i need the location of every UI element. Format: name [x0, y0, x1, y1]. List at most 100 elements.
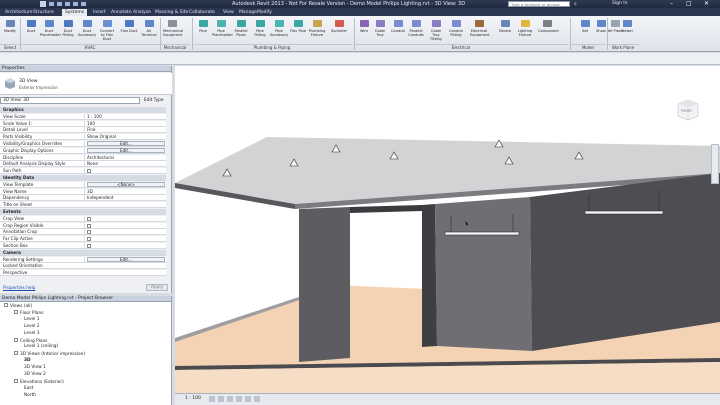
quick-access-toolbar[interactable]: [40, 1, 100, 7]
browser-item[interactable]: Level 2: [24, 324, 39, 330]
duct-placeholder-button[interactable]: Duct Placeholder: [40, 17, 61, 43]
group-mechanical[interactable]: Mechanical: [160, 44, 190, 51]
duct-fitting-button[interactable]: Duct Fitting: [59, 17, 77, 43]
mechanical-equipment-button[interactable]: Mechanical Equipment: [163, 17, 183, 43]
browser-item[interactable]: Level 1 (ceiling): [24, 344, 58, 350]
wire-icon: [359, 20, 369, 27]
property-edit-button[interactable]: <None>: [84, 181, 166, 187]
sign-in-link[interactable]: Sign In: [612, 1, 627, 6]
tab-systems[interactable]: Systems: [62, 9, 88, 16]
instance-selector[interactable]: 3D View: 3D: [0, 97, 140, 104]
property-value[interactable]: Fine: [84, 127, 166, 134]
pipe-accessory-button[interactable]: Pipe Accessory: [270, 17, 288, 43]
property-value[interactable]: 100: [84, 120, 166, 127]
conduit-fitting-button[interactable]: Conduit Fitting: [447, 17, 465, 43]
group-plumbing-piping[interactable]: Plumbing & Piping: [192, 44, 352, 51]
properties-help-link[interactable]: Properties help: [3, 286, 35, 291]
browser-item[interactable]: North: [24, 393, 36, 399]
collapse-icon[interactable]: [14, 378, 18, 383]
convert-flex-button[interactable]: Convert to Flex Duct: [98, 17, 116, 43]
tab-structure[interactable]: Structure: [30, 9, 57, 16]
viewer-button[interactable]: Viewer: [618, 17, 636, 43]
component-button[interactable]: Component: [538, 17, 559, 43]
close-button[interactable]: ✕: [704, 0, 709, 7]
property-row: Section Box: [0, 243, 166, 250]
property-value[interactable]: 3D: [84, 188, 166, 195]
air-terminal-button[interactable]: Air Terminal: [140, 17, 158, 43]
tab-collaborate[interactable]: Collaborate: [186, 9, 218, 16]
flex-pipe-button[interactable]: Flex Pipe: [289, 17, 307, 43]
plumbing-fixture-button[interactable]: Plumbing Fixture: [308, 17, 326, 43]
browser-item[interactable]: 3D View 1: [24, 365, 46, 371]
property-section[interactable]: Camera: [0, 249, 166, 256]
group-hvac[interactable]: HVAC: [20, 44, 160, 51]
property-value[interactable]: Architectural: [84, 154, 166, 161]
property-edit-button[interactable]: Edit...: [84, 256, 166, 262]
collapse-icon[interactable]: [14, 309, 18, 314]
viewcube[interactable]: FRONT: [675, 96, 701, 122]
property-edit-button[interactable]: Edit...: [84, 141, 166, 146]
browser-item[interactable]: Level 3: [24, 331, 39, 337]
group-select[interactable]: Select: [0, 44, 20, 51]
parallel-pipes-button[interactable]: Parallel Pipes: [232, 17, 250, 43]
property-edit-button[interactable]: Edit...: [84, 147, 166, 153]
checkbox-icon[interactable]: [87, 244, 91, 248]
browser-item[interactable]: East: [24, 386, 33, 392]
conduit-button[interactable]: Conduit: [389, 17, 407, 43]
browser-item[interactable]: 3D: [24, 358, 31, 364]
browser-item[interactable]: Elevations (Exterior): [14, 378, 64, 386]
maximize-button[interactable]: □: [686, 0, 692, 7]
pipe-button[interactable]: Pipe: [194, 17, 212, 43]
cable-tray-fitting-button[interactable]: Cable Tray Fitting: [427, 17, 445, 43]
property-value[interactable]: Show Original: [84, 134, 166, 141]
search-input[interactable]: Type a keyword or phrase: [508, 1, 570, 7]
group-electrical[interactable]: Electrical: [354, 44, 568, 51]
type-selector[interactable]: 3D View Exterior Impression: [0, 73, 172, 95]
3d-viewport[interactable]: FRONT: [175, 66, 720, 393]
property-value[interactable]: 1 : 100: [84, 113, 166, 120]
property-section[interactable]: Graphics: [0, 107, 166, 113]
tab-view[interactable]: View: [220, 9, 237, 16]
lighting-fixture-button[interactable]: Lighting Fixture: [516, 17, 534, 43]
view-scale-label[interactable]: 1 : 100: [185, 396, 201, 401]
pipe-fitting-button[interactable]: Pipe Fitting: [251, 17, 269, 43]
apply-button[interactable]: Apply: [146, 284, 168, 291]
tab-insert[interactable]: Insert: [90, 9, 109, 16]
collapse-icon[interactable]: [14, 351, 18, 356]
minimize-button[interactable]: –: [670, 0, 673, 7]
browser-title: Demo Model Philips Lighting.rvt - Projec…: [0, 296, 171, 302]
view-control-icons[interactable]: [209, 396, 269, 403]
search-icon[interactable]: ⌕: [574, 1, 580, 7]
property-section[interactable]: Identity Data: [0, 175, 166, 181]
checkbox-icon[interactable]: [87, 230, 91, 235]
flex-pipe-icon: [293, 20, 303, 27]
checkbox-icon[interactable]: [87, 169, 91, 174]
duct-accessory-button[interactable]: Duct Accessory: [78, 17, 96, 43]
navigation-bar[interactable]: [711, 144, 719, 184]
browser-item[interactable]: Level 1: [24, 317, 39, 323]
edit-type-button[interactable]: Edit Type: [144, 98, 164, 103]
property-value[interactable]: None: [84, 161, 166, 168]
property-section[interactable]: Extents: [0, 209, 166, 215]
duct-button[interactable]: Duct: [22, 17, 40, 43]
group-model[interactable]: Model: [570, 44, 606, 51]
collapse-icon[interactable]: [14, 337, 18, 342]
collapse-icon[interactable]: [4, 303, 8, 307]
electrical-equipment-button[interactable]: Electrical Equipment: [470, 17, 490, 43]
tab-analyze[interactable]: Analyze: [130, 9, 154, 16]
sprinkler-button[interactable]: Sprinkler: [330, 17, 348, 43]
browser-item[interactable]: 3D View 2: [24, 372, 46, 378]
cable-tray-button[interactable]: Cable Tray: [371, 17, 389, 43]
device-button[interactable]: Device: [496, 17, 514, 43]
pipe-placeholder-button[interactable]: Pipe Placeholder: [212, 17, 233, 43]
modify-button[interactable]: Modify: [1, 17, 19, 43]
checkbox-icon[interactable]: [87, 223, 91, 228]
checkbox-icon[interactable]: [87, 216, 91, 221]
checkbox-icon[interactable]: [87, 237, 91, 242]
tab-modify[interactable]: Modify: [254, 9, 275, 16]
group-work-plane[interactable]: Work Plane: [607, 44, 639, 51]
property-value[interactable]: Independent: [84, 195, 166, 202]
browser-item-label: 3D View 2: [24, 372, 46, 377]
parallel-conduits-button[interactable]: Parallel Conduits: [407, 17, 425, 43]
flex-duct-button[interactable]: Flex Duct: [120, 17, 138, 43]
